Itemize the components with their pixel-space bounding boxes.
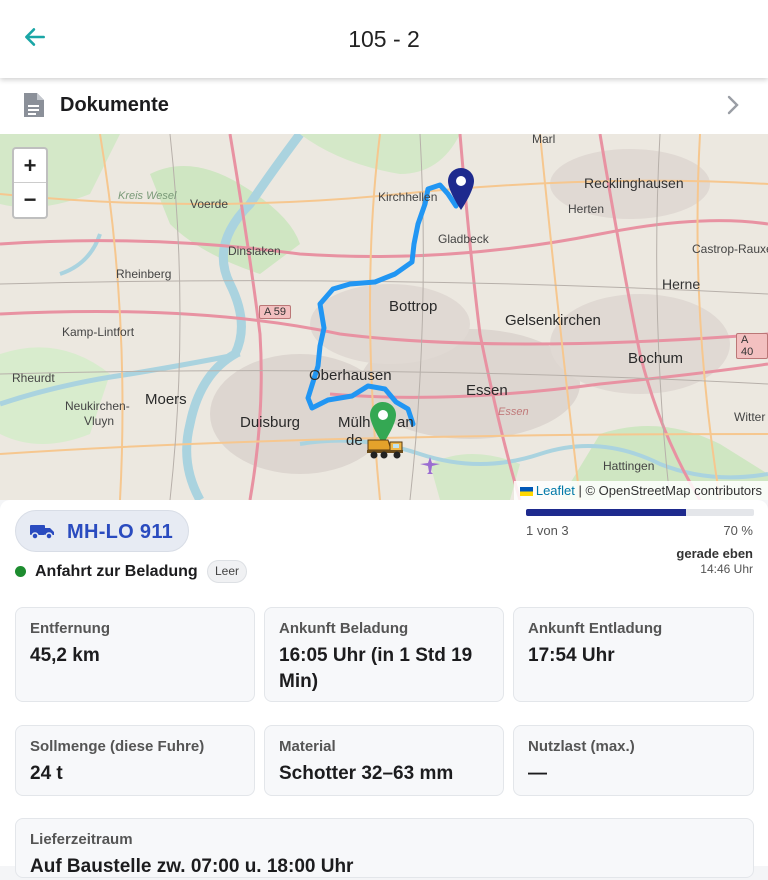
status-dot [15, 566, 26, 577]
info-card-arrival-unloading: Ankunft Entladung 17:54 Uhr [513, 607, 754, 702]
zoom-control: + − [12, 147, 48, 219]
map-label: Kirchhellen [378, 190, 438, 204]
info-card-distance: Entfernung 45,2 km [15, 607, 255, 702]
map-label: Essen [498, 406, 529, 418]
last-update: gerade eben [676, 546, 753, 561]
map-label: Oberhausen [309, 367, 392, 384]
map-label: Hattingen [603, 459, 655, 473]
map-label: Voerde [190, 197, 229, 211]
highway-shield: A 59 [259, 305, 292, 319]
map-label: Rheinberg [116, 267, 172, 281]
info-card-material: Material Schotter 32–63 mm [264, 725, 504, 796]
documents-label: Dokumente [60, 94, 169, 116]
info-card-target-amount: Sollmenge (diese Fuhre) 24 t [15, 725, 255, 796]
card-value: — [528, 763, 547, 784]
progress-fill [526, 509, 686, 516]
card-value: Auf Baustelle zw. 07:00 u. 18:00 Uhr [30, 856, 354, 877]
map-label: Moers [145, 391, 187, 408]
map-label: Herne [662, 276, 701, 292]
info-card-payload: Nutzlast (max.) — [513, 725, 754, 796]
last-update-time: 14:46 Uhr [700, 562, 753, 576]
transport-details: MH-LO 911 Anfahrt zur Beladung Leer 1 vo… [0, 500, 768, 878]
page-title: 105 - 2 [348, 26, 420, 52]
card-value: 45,2 km [30, 645, 100, 666]
card-value: Schotter 32–63 mm [279, 763, 454, 784]
documents-row[interactable]: Dokumente [0, 78, 768, 134]
card-label: Lieferzeitraum [30, 831, 133, 848]
map-label: Vluyn [84, 414, 115, 428]
ukraine-flag-icon [519, 487, 533, 496]
status-text: Anfahrt zur Beladung [35, 563, 198, 580]
zoom-in-button[interactable]: + [14, 149, 46, 183]
map-label: Essen [466, 382, 508, 399]
map-label: Kamp-Lintfort [62, 325, 135, 339]
map-label: Mülh [338, 414, 371, 431]
zoom-out-button[interactable]: − [14, 183, 46, 217]
map-label: Castrop-Rauxel [692, 242, 768, 256]
card-value: 17:54 Uhr [528, 645, 615, 666]
map-label: de [346, 432, 363, 449]
card-label: Ankunft Entladung [528, 620, 663, 637]
card-label: Entfernung [30, 620, 110, 637]
map-label: Kreis Wesel [118, 190, 177, 202]
map-label: Bochum [628, 350, 684, 367]
progress-percent: 70 % [723, 523, 753, 538]
vehicle-plate-chip[interactable]: MH-LO 911 [15, 510, 189, 552]
progress-step: 1 von 3 [526, 523, 569, 538]
attribution-text: | © OpenStreetMap contributors [574, 483, 763, 498]
info-card-arrival-loading: Ankunft Beladung 16:05 Uhr (in 1 Std 19 … [264, 607, 504, 702]
vehicle-plate: MH-LO 911 [67, 521, 174, 543]
chevron-right-icon [727, 95, 739, 115]
leaflet-link[interactable]: Leaflet [536, 483, 575, 498]
card-label: Ankunft Beladung [279, 620, 409, 637]
map-label: Dinslaken [228, 244, 281, 258]
destination-pin-icon[interactable] [447, 167, 475, 211]
card-label: Material [279, 738, 336, 755]
progress-bar [526, 509, 754, 516]
map-label: Recklinghausen [584, 175, 684, 191]
map-label: an [397, 414, 414, 431]
document-icon [24, 93, 44, 117]
map-label: Duisburg [240, 414, 301, 431]
map-label: Rheurdt [12, 371, 55, 385]
map-label: Bottrop [389, 298, 438, 315]
card-value: 16:05 Uhr (in 1 Std 19 Min) [279, 645, 473, 692]
map-label: Neukirchen- [65, 399, 130, 413]
app-bar: 105 - 2 [0, 0, 768, 78]
load-state-badge: Leer [207, 560, 248, 583]
highway-shield: A 40 [736, 333, 768, 359]
route-map[interactable]: Recklinghausen Marl Herten Castrop-Rauxe… [0, 134, 768, 500]
map-attribution: Leaflet | © OpenStreetMap contributors [513, 481, 768, 500]
card-label: Nutzlast (max.) [528, 738, 635, 755]
map-label: Gelsenkirchen [505, 312, 601, 329]
card-value: 24 t [30, 763, 63, 784]
map-label: Herten [568, 202, 605, 216]
card-label: Sollmenge (diese Fuhre) [30, 738, 205, 755]
map-label: Gladbeck [438, 232, 489, 246]
info-card-delivery: Lieferzeitraum Auf Baustelle zw. 07:00 u… [15, 818, 754, 878]
map-label: Marl [532, 134, 556, 146]
truck-marker-icon[interactable] [366, 434, 406, 460]
truck-icon [30, 525, 54, 540]
map-label: Witter [734, 410, 766, 424]
